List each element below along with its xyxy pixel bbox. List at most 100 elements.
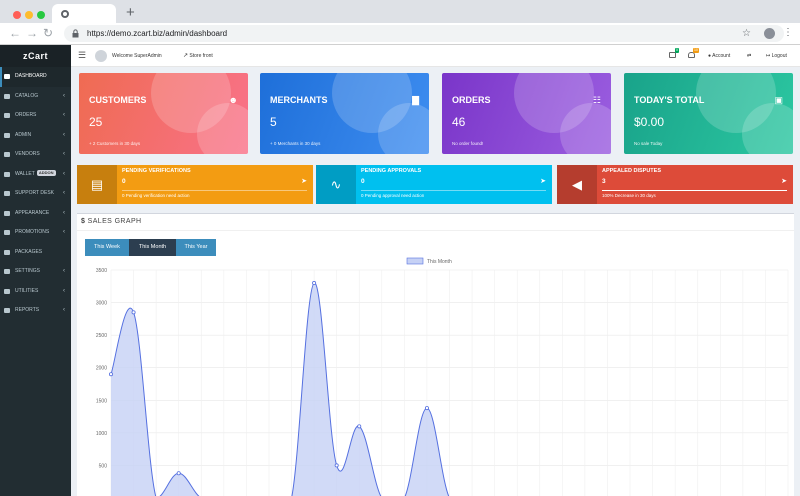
info-value: 3 [602, 178, 606, 185]
sidebar-nav: DASHBOARD CATALOG ‹ ORDERS ‹ ADMIN ‹ VENDORS ‹ WA… [0, 67, 71, 321]
sidebar-item-support-desk[interactable]: SUPPORT DESK ‹ [0, 184, 71, 204]
this-week-button[interactable]: This Week [85, 239, 129, 256]
send-icon[interactable]: ➤ [301, 177, 307, 185]
account-link[interactable]: ● Account [708, 45, 730, 67]
stat-card-merchants[interactable]: MERCHANTS 5 ▇ + 0 Merchants in 30 days [260, 73, 429, 154]
stat-value: $0.00 [634, 115, 665, 129]
info-box-pending-verifications[interactable]: ▤ PENDING VERIFICATIONS 0 0 Pending verific… [77, 165, 313, 204]
sidebar-item-utilities[interactable]: UTILITIES ‹ [0, 282, 71, 302]
admin-header: ☰ Welcome SuperAdmin ↗ Store front 0 10 … [71, 45, 800, 67]
stat-footer: No order found! [452, 141, 484, 146]
minimize-window-button[interactable] [25, 11, 33, 19]
logout-link[interactable]: ↦ Logout [766, 45, 787, 67]
stat-card-orders[interactable]: ORDERS 46 ☷ No order found! [442, 73, 611, 154]
stat-title: MERCHANTS [270, 95, 328, 105]
sidebar-item-settings[interactable]: SETTINGS ‹ [0, 262, 71, 282]
promotions-icon [4, 230, 10, 235]
browser-menu-icon[interactable]: ⋮ [783, 26, 793, 39]
chevron-left-icon: ‹ [63, 92, 65, 99]
chevron-left-icon: ‹ [63, 209, 65, 216]
brand-logo[interactable]: zCart [0, 45, 71, 67]
profile-avatar-icon[interactable] [764, 28, 775, 39]
progress-fill [602, 190, 787, 191]
data-point[interactable] [176, 471, 181, 476]
messages-badge: 0 [675, 48, 679, 53]
y-tick-label: 3000 [96, 301, 107, 307]
address-bar[interactable]: https://demo.zcart.biz/admin/dashboard ☆… [64, 25, 793, 42]
data-point[interactable] [334, 463, 339, 468]
info-value: 0 [122, 178, 126, 185]
info-box-appealed-disputes[interactable]: ◀ APPEALED DISPUTES 3 100% Decrease in 30 d… [557, 165, 793, 204]
sidebar-item-reports[interactable]: REPORTS ‹ [0, 301, 71, 321]
url-text: https://demo.zcart.biz/admin/dashboard [87, 29, 228, 38]
wallet-icon: ▣ [774, 95, 783, 105]
user-icon: ● [708, 53, 712, 59]
sidebar-item-label: ADMIN [15, 131, 32, 138]
dashboard-icon [4, 74, 10, 79]
info-description: 0 Pending approval need action [361, 193, 425, 198]
sidebar-item-label: DASHBOARD [15, 73, 47, 79]
sidebar-item-label: WALLET [15, 170, 35, 177]
progress-bar [122, 190, 307, 191]
language-icon[interactable]: ⇄ [747, 45, 751, 67]
chevron-left-icon: ‹ [63, 268, 65, 274]
sidebar-item-promotions[interactable]: PROMOTIONS ‹ [0, 223, 71, 243]
data-point[interactable] [109, 372, 114, 377]
admin-icon [4, 132, 10, 138]
back-arrow-icon[interactable]: ← [9, 26, 21, 40]
forward-arrow-icon[interactable]: → [26, 26, 38, 40]
sidebar-item-packages[interactable]: PACKAGES [0, 243, 71, 263]
chevron-left-icon: ‹ [63, 229, 65, 235]
sidebar-item-label: REPORTS [15, 307, 40, 313]
this-month-button[interactable]: This Month [129, 239, 176, 256]
bookmark-star-icon[interactable]: ☆ [742, 27, 751, 40]
this-year-button[interactable]: This Year [176, 239, 216, 256]
sidebar-item-dashboard[interactable]: DASHBOARD [0, 67, 71, 87]
avatar [95, 50, 107, 62]
wallet-icon [4, 171, 10, 177]
sidebar-item-vendors[interactable]: VENDORS ‹ [0, 145, 71, 165]
alerts-badge: 10 [693, 48, 699, 53]
hamburger-menu-icon[interactable]: ☰ [78, 50, 86, 60]
data-point[interactable] [312, 281, 317, 286]
y-tick-label: 3500 [96, 268, 107, 274]
sidebar-item-catalog[interactable]: CATALOG ‹ [0, 87, 71, 107]
favicon-icon [61, 10, 69, 18]
info-box-pending-approvals[interactable]: ∿ PENDING APPROVALS 0 0 Pending approval ne… [316, 165, 552, 204]
sidebar-item-orders[interactable]: ORDERS ‹ [0, 106, 71, 126]
data-point[interactable] [357, 424, 362, 429]
maximize-window-button[interactable] [37, 11, 45, 19]
utilities-icon [4, 288, 10, 294]
new-tab-icon[interactable]: + [126, 5, 135, 20]
browser-tab[interactable] [52, 4, 116, 23]
sidebar-item-wallet[interactable]: WALLET ADDON ‹ [0, 165, 71, 185]
data-point[interactable] [424, 406, 429, 411]
heartbeat-icon: ∿ [316, 165, 356, 204]
sidebar-item-label: PACKAGES [15, 248, 43, 255]
support-desk-icon [4, 191, 10, 196]
account-label: Account [712, 53, 731, 59]
stat-footer: + 2 Customers in 30 days [89, 141, 141, 146]
reload-icon[interactable]: ↻ [43, 26, 53, 40]
y-tick-label: 500 [99, 463, 108, 469]
y-tick-label: 1000 [96, 431, 107, 437]
stat-card-today-s-total[interactable]: TODAY'S TOTAL $0.00 ▣ No sale Today [624, 73, 793, 154]
send-icon[interactable]: ➤ [781, 177, 787, 185]
appearance-icon [4, 210, 10, 216]
stat-value: 46 [452, 115, 466, 129]
sales-graph-panel: $ SALES GRAPH This Week This Month This Ye… [77, 213, 794, 496]
stat-card-customers[interactable]: CUSTOMERS 25 ☻ + 2 Customers in 30 days [79, 73, 248, 154]
browser-titlebar: + ← → ↻ https://demo.zcart.biz/admin/das… [0, 0, 800, 45]
stat-footer: + 0 Merchants in 30 days [270, 141, 321, 146]
sales-chart: 0500100015002000250030003500010203040506… [96, 257, 789, 496]
send-icon[interactable]: ➤ [540, 177, 546, 185]
sidebar-item-admin[interactable]: ADMIN ‹ [0, 126, 71, 146]
megaphone-icon: ◀ [557, 165, 597, 204]
progress-bar [602, 190, 787, 191]
close-window-button[interactable] [13, 11, 21, 19]
storefront-link[interactable]: ↗ Store front [183, 45, 213, 67]
data-point[interactable] [131, 310, 136, 315]
addon-badge: ADDON [36, 170, 56, 177]
sidebar-item-appearance[interactable]: APPEARANCE ‹ [0, 204, 71, 224]
info-title: PENDING APPROVALS [361, 168, 422, 174]
